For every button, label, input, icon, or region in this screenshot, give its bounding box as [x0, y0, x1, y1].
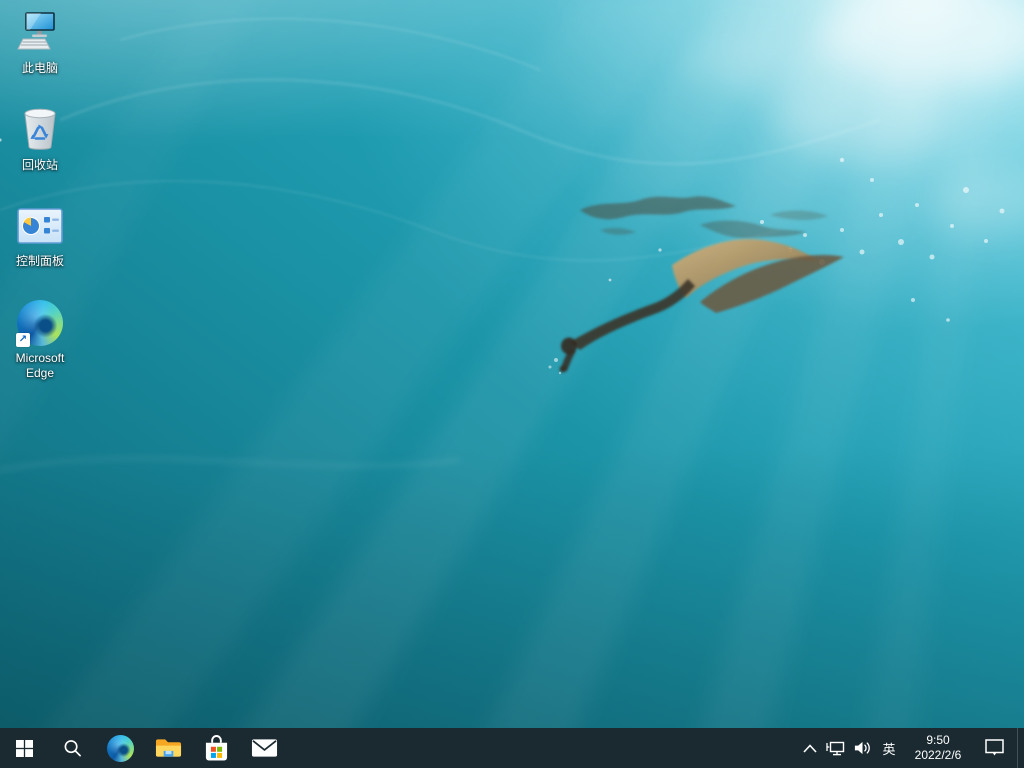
shortcut-arrow-icon: ↗: [16, 333, 30, 347]
show-desktop-button[interactable]: [1017, 728, 1024, 768]
desktop-icon-label: 回收站: [22, 158, 58, 174]
tray-time: 9:50: [903, 733, 973, 748]
desktop-icons: 此电脑 回收站: [1, 6, 79, 384]
action-center-icon: [985, 739, 1005, 757]
folder-icon: [155, 737, 182, 759]
search-icon: [63, 739, 82, 758]
windows-logo-icon: [16, 740, 33, 757]
input-language-indicator[interactable]: 英: [875, 728, 903, 768]
file-explorer-button[interactable]: [144, 728, 192, 768]
wallpaper: [0, 0, 1024, 768]
taskbar-clock[interactable]: 9:50 2022/2/6: [903, 733, 973, 763]
ethernet-network-icon: [826, 740, 846, 757]
envelope-icon: [251, 738, 278, 758]
desktop-icon-microsoft-edge[interactable]: ↗ Microsoft Edge: [1, 296, 79, 384]
edge-taskbar-button[interactable]: [96, 728, 144, 768]
desktop-icon-control-panel[interactable]: 控制面板: [1, 199, 79, 272]
system-tray: 英 9:50 2022/2/6: [797, 728, 1024, 768]
start-button[interactable]: [0, 728, 48, 768]
tray-date: 2022/2/6: [903, 748, 973, 763]
desktop-icon-label: 控制面板: [16, 254, 64, 270]
hidden-icons-button[interactable]: [797, 728, 823, 768]
this-pc-icon: [17, 12, 63, 54]
mail-button[interactable]: [240, 728, 288, 768]
desktop-icon-recycle-bin[interactable]: 回收站: [1, 103, 79, 176]
store-button[interactable]: [192, 728, 240, 768]
desktop-icon-this-pc[interactable]: 此电脑: [1, 6, 79, 79]
desktop-icon-label: 此电脑: [22, 61, 58, 77]
taskbar: 英 9:50 2022/2/6: [0, 728, 1024, 768]
desktop-icon-label: Microsoft Edge: [2, 351, 78, 382]
desktop[interactable]: 此电脑 回收站: [0, 0, 1024, 768]
volume-button[interactable]: [849, 728, 875, 768]
taskbar-pinned-apps: [0, 728, 288, 768]
edge-icon: [107, 735, 134, 762]
network-button[interactable]: [823, 728, 849, 768]
control-panel-icon: [17, 208, 63, 244]
action-center-button[interactable]: [973, 728, 1017, 768]
recycle-bin-icon: [21, 107, 59, 153]
search-button[interactable]: [48, 728, 96, 768]
speaker-volume-icon: [853, 740, 872, 756]
underwater-diver-art: [0, 0, 1024, 768]
store-bag-icon: [204, 734, 229, 763]
chevron-up-icon: [803, 744, 817, 753]
